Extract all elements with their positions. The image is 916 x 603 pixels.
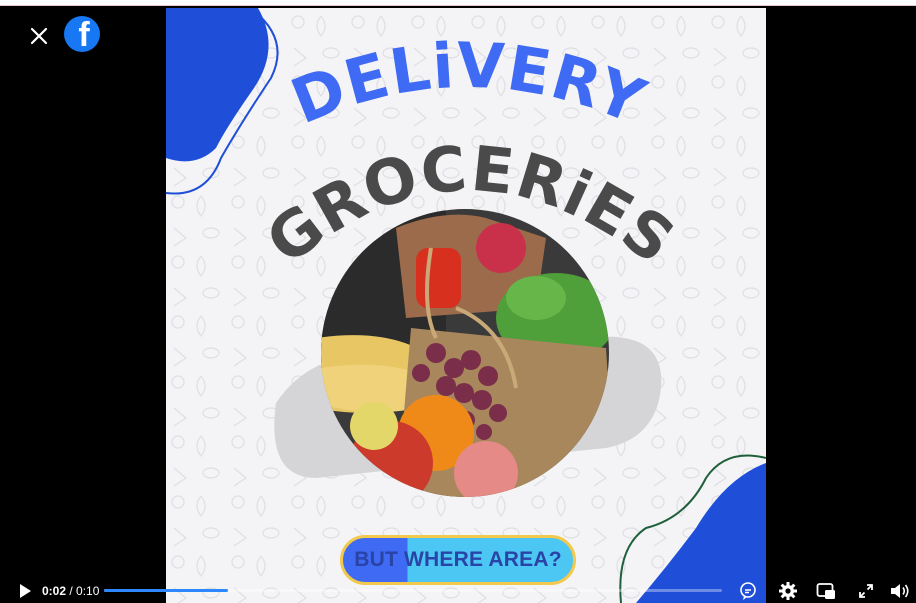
volume-icon[interactable]	[889, 580, 911, 602]
player-controls: 0:02 / 0:10	[0, 578, 916, 603]
play-icon[interactable]	[14, 580, 36, 602]
close-icon[interactable]	[27, 24, 51, 48]
facebook-logo-icon[interactable]: f	[64, 16, 100, 52]
current-time: 0:02	[42, 584, 67, 598]
caption-pill-text: BUT WHERE AREA?	[354, 548, 562, 571]
captions-icon[interactable]	[737, 580, 759, 602]
progress-bar[interactable]	[104, 589, 722, 592]
video-frame: DELiVERY GROCERiES BUT WHERE AREA?	[166, 8, 766, 603]
settings-icon[interactable]	[777, 580, 799, 602]
time-separator: /	[66, 584, 77, 598]
fullscreen-icon[interactable]	[855, 580, 877, 602]
facebook-logo-glyph: f	[78, 16, 90, 52]
video-player[interactable]: f DELiVERY GROCERiES BUT WHERE AREA? 0:0…	[0, 6, 916, 603]
pip-icon[interactable]	[815, 580, 837, 602]
time-display: 0:02 / 0:10	[42, 584, 99, 598]
progress-fill	[104, 589, 228, 592]
duration: 0:10	[76, 584, 100, 598]
